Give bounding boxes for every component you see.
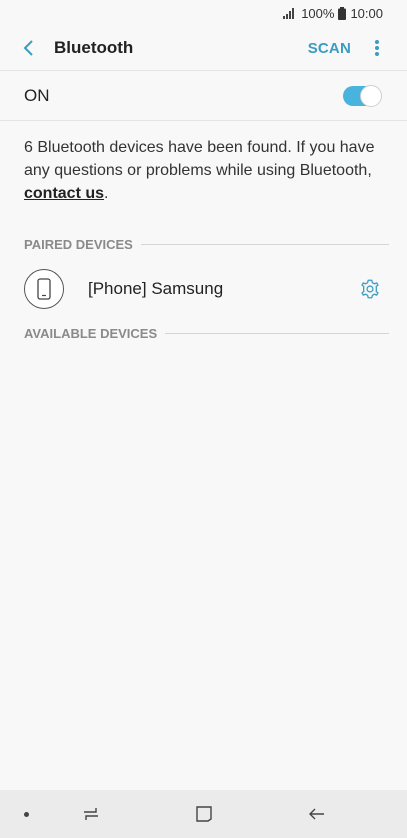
paired-devices-label: PAIRED DEVICES	[24, 236, 133, 252]
scan-button[interactable]: SCAN	[308, 40, 351, 57]
back-icon[interactable]	[306, 803, 328, 825]
bluetooth-toggle-row[interactable]: ON	[0, 71, 407, 121]
clock: 10:00	[350, 5, 383, 21]
info-suffix: .	[104, 185, 109, 202]
status-bar: 100% 10:00	[0, 0, 407, 26]
info-text: 6 Bluetooth devices have been found. If …	[0, 121, 407, 205]
app-bar: Bluetooth SCAN	[0, 26, 407, 71]
paired-devices-header: PAIRED DEVICES	[0, 235, 407, 253]
switch-knob	[360, 84, 382, 107]
gear-icon[interactable]	[359, 278, 381, 300]
phone-icon	[24, 268, 64, 309]
battery-icon	[338, 6, 347, 20]
bluetooth-switch[interactable]	[343, 84, 382, 107]
contact-us-link[interactable]: contact us	[24, 185, 104, 202]
divider	[165, 332, 389, 334]
navigation-bar	[0, 790, 407, 838]
divider	[140, 243, 389, 245]
nav-dot-icon[interactable]	[24, 812, 29, 817]
battery-percent: 100%	[301, 5, 335, 21]
info-body: 6 Bluetooth devices have been found. If …	[24, 139, 375, 179]
bluetooth-state-label: ON	[24, 85, 50, 105]
recent-apps-icon[interactable]	[80, 803, 102, 825]
available-devices-header: AVAILABLE DEVICES	[0, 324, 407, 342]
device-name: [Phone] Samsung	[88, 278, 224, 298]
available-devices-label: AVAILABLE DEVICES	[24, 325, 158, 341]
back-arrow-icon[interactable]	[16, 36, 40, 60]
paired-device-row[interactable]: [Phone] Samsung	[0, 253, 407, 324]
more-options-icon[interactable]	[365, 36, 389, 60]
page-title: Bluetooth	[54, 38, 134, 57]
home-icon[interactable]	[193, 803, 215, 825]
signal-icon	[283, 7, 297, 19]
